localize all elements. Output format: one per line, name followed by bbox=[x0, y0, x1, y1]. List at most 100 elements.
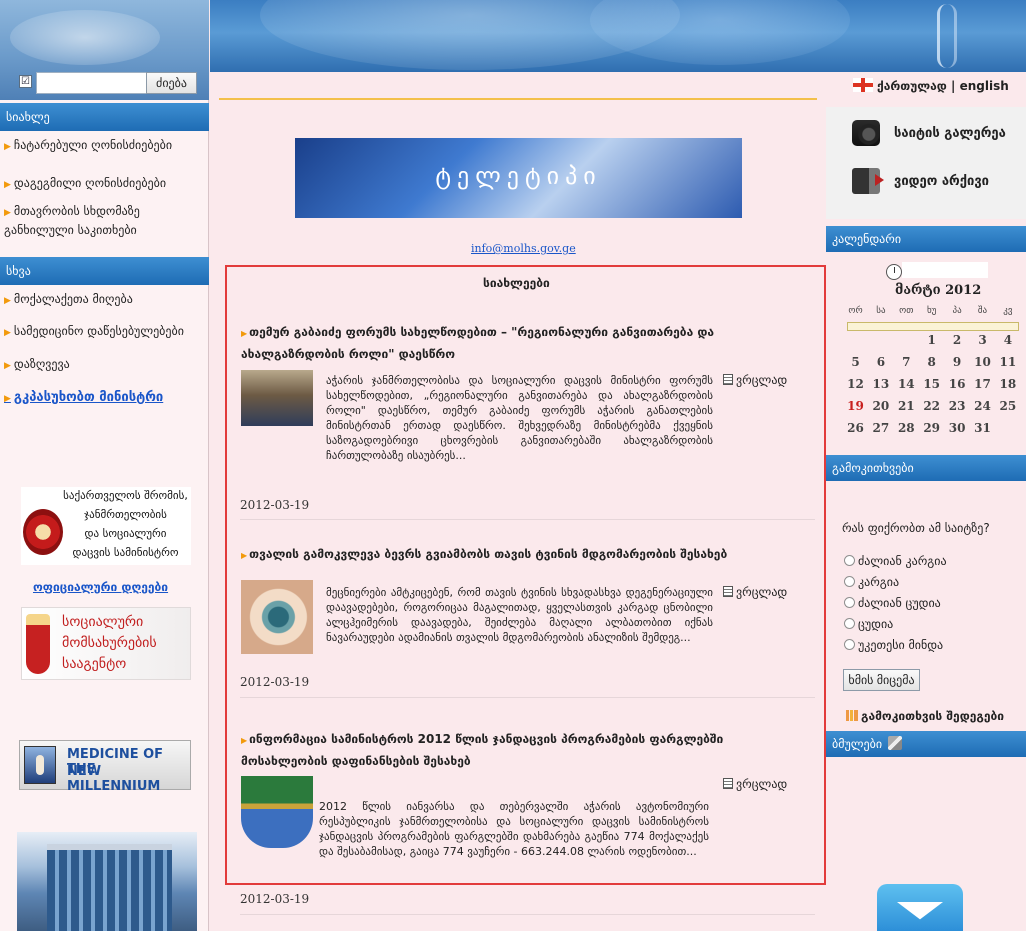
section-header-other: სხვა bbox=[0, 257, 209, 285]
calendar-day[interactable]: 21 bbox=[894, 399, 919, 413]
calendar-day[interactable]: 17 bbox=[970, 377, 995, 391]
radio-button[interactable] bbox=[844, 639, 855, 650]
poll-option[interactable]: უკეთესი მინდა bbox=[844, 638, 943, 652]
calendar-day[interactable]: 28 bbox=[894, 421, 919, 435]
left-sidebar: ☑ ძიება სიახლე ▶ ჩატარებული ღონისძიებები … bbox=[0, 0, 209, 931]
calendar-header: კალენდარი bbox=[826, 226, 1026, 252]
bullet-icon: ▶ bbox=[241, 551, 248, 560]
calendar-day[interactable]: 6 bbox=[868, 355, 893, 369]
bullet-icon: ▶ bbox=[241, 329, 248, 338]
calendar-day[interactable]: 8 bbox=[919, 355, 944, 369]
calendar-day[interactable]: 31 bbox=[970, 421, 995, 435]
mail-icon[interactable] bbox=[877, 884, 963, 931]
read-more-link[interactable]: ვრცლად bbox=[723, 585, 787, 599]
clock-icon bbox=[886, 264, 902, 280]
calendar-day[interactable]: 15 bbox=[919, 377, 944, 391]
calendar-day[interactable]: 12 bbox=[843, 377, 868, 391]
nav-item-medical-institutions[interactable]: ▶ სამედიცინო დაწესებულებები bbox=[4, 323, 204, 342]
nav-label: გკპასუხობთ მინისტრი bbox=[13, 390, 164, 405]
clinic-building-photo[interactable] bbox=[17, 832, 197, 931]
radio-button[interactable] bbox=[844, 555, 855, 566]
links-header-label: ბმულები bbox=[832, 737, 883, 751]
lang-georgian[interactable]: ქართულად bbox=[877, 79, 947, 93]
read-more-link[interactable]: ვრცლად bbox=[723, 373, 787, 387]
calendar-day[interactable]: 25 bbox=[995, 399, 1020, 413]
medicine-banner[interactable]: MEDICINE OF THE NEW MILLENNIUM bbox=[19, 740, 191, 794]
nav-item-planned-events[interactable]: ▶ დაგეგმილი ღონისძიებები bbox=[4, 175, 204, 194]
search-checkbox[interactable]: ☑ bbox=[19, 75, 32, 88]
calendar-day[interactable]: 3 bbox=[970, 333, 995, 347]
search-input[interactable] bbox=[36, 72, 162, 94]
calendar-day[interactable]: 26 bbox=[843, 421, 868, 435]
read-more-link[interactable]: ვრცლად bbox=[723, 777, 787, 791]
radio-button[interactable] bbox=[844, 597, 855, 608]
lang-english[interactable]: english bbox=[960, 79, 1009, 93]
calendar-day[interactable]: 22 bbox=[919, 399, 944, 413]
calendar-day[interactable]: 4 bbox=[995, 333, 1020, 347]
calendar-day[interactable]: 24 bbox=[970, 399, 995, 413]
calendar-day[interactable]: 19 bbox=[843, 399, 868, 413]
poll-option-label: უკეთესი მინდა bbox=[858, 638, 944, 652]
calendar-day[interactable]: 20 bbox=[868, 399, 893, 413]
calendar-day[interactable]: 18 bbox=[995, 377, 1020, 391]
radio-button[interactable] bbox=[844, 576, 855, 587]
poll-option-label: ცუდია bbox=[858, 617, 894, 631]
poll-option[interactable]: ძალიან ცუდია bbox=[844, 596, 941, 610]
section-header-news: სიახლე bbox=[0, 103, 209, 131]
nav-item-insurance[interactable]: ▶ დაზღვევა bbox=[4, 356, 204, 375]
calendar-day[interactable]: 10 bbox=[970, 355, 995, 369]
calendar-day[interactable]: 16 bbox=[945, 377, 970, 391]
bullet-icon: ▶ bbox=[4, 142, 11, 152]
calendar-day[interactable]: 9 bbox=[945, 355, 970, 369]
calendar-day[interactable]: 14 bbox=[894, 377, 919, 391]
calendar-day[interactable]: 7 bbox=[894, 355, 919, 369]
news-headline[interactable]: ▶ ინფორმაცია სამინისტროს 2012 წლის ჯანდაც… bbox=[241, 729, 801, 771]
news-thumbnail-eye[interactable] bbox=[241, 580, 313, 654]
medicine-banner-line: NEW MILLENNIUM bbox=[67, 764, 161, 794]
calendar-day[interactable]: 30 bbox=[945, 421, 970, 435]
calendar-day[interactable]: 5 bbox=[843, 355, 868, 369]
calendar-day[interactable]: 11 bbox=[995, 355, 1020, 369]
ministry-logo-line: ჯანმრთელობის bbox=[84, 508, 167, 521]
email-link[interactable]: info@molhs.gov.ge bbox=[471, 242, 576, 255]
poll-option-label: ძალიან ცუდია bbox=[858, 596, 941, 610]
poll-option[interactable]: ცუდია bbox=[844, 617, 893, 631]
search-button[interactable]: ძიება bbox=[146, 72, 197, 94]
calendar-day[interactable]: 23 bbox=[945, 399, 970, 413]
news-thumbnail-emblem[interactable] bbox=[241, 776, 313, 848]
nav-item-minister-answers[interactable]: ▶ გკპასუხობთ მინისტრი bbox=[4, 389, 204, 408]
bullet-icon: ▶ bbox=[4, 328, 11, 338]
nav-item-held-events[interactable]: ▶ ჩატარებული ღონისძიებები bbox=[4, 137, 204, 156]
calendar-weekday: სა bbox=[876, 306, 886, 316]
nav-item-citizen-reception[interactable]: ▶ მოქალაქეთა მიღება bbox=[4, 291, 204, 310]
social-agency-logo[interactable]: სოციალური მომსახურების სააგენტო bbox=[21, 607, 191, 680]
poll-option[interactable]: კარგია bbox=[844, 575, 899, 589]
news-headline[interactable]: ▶ თემურ გაბაიძე ფორუმს სახელწოდებით – "რე… bbox=[241, 322, 801, 364]
teletype-banner[interactable]: ტელეტიპი bbox=[295, 138, 742, 218]
calendar-field bbox=[902, 262, 988, 278]
nav-label: ჩატარებული ღონისძიებები bbox=[13, 138, 173, 152]
calendar-day[interactable]: 29 bbox=[919, 421, 944, 435]
nav-item-government-issues[interactable]: ▶ მთავრობის სხდომაზე განხილული საკითხები bbox=[4, 203, 204, 239]
poll-results-link[interactable]: გამოკითხვის შედეგები bbox=[846, 709, 1004, 723]
vote-button[interactable]: ხმის მიცემა bbox=[843, 669, 920, 691]
news-date: 2012-03-19 bbox=[240, 675, 310, 689]
lang-separator: | bbox=[951, 79, 956, 93]
official-days-link[interactable]: ოფიციალური დღეები bbox=[33, 580, 168, 594]
calendar-day[interactable]: 27 bbox=[868, 421, 893, 435]
news-headline[interactable]: ▶ თვალის გამოკვლევა ბევრს გვიამბობს თავის… bbox=[241, 544, 801, 566]
news-section-title: სიახლეები bbox=[483, 276, 550, 290]
calendar-day[interactable]: 1 bbox=[919, 333, 944, 347]
calendar-day[interactable]: 2 bbox=[945, 333, 970, 347]
agency-logo-line: სააგენტო bbox=[62, 656, 127, 672]
radio-button[interactable] bbox=[844, 618, 855, 629]
coat-of-arms-icon bbox=[23, 509, 63, 555]
news-summary: აჭარის ჯანმრთელობისა და სოციალური დაცვის… bbox=[326, 374, 713, 462]
calendar-day[interactable]: 13 bbox=[868, 377, 893, 391]
news-thumbnail-forum[interactable] bbox=[241, 370, 313, 426]
ministry-logo[interactable]: საქართველოს შრომის, ჯანმრთელობის და სოცი… bbox=[21, 487, 191, 565]
calendar-weekday: კვ bbox=[1003, 306, 1013, 316]
poll-option[interactable]: ძალიან კარგია bbox=[844, 554, 947, 568]
calendar-weekday: ოთ bbox=[899, 306, 914, 316]
bullet-icon: ▶ bbox=[4, 296, 11, 306]
